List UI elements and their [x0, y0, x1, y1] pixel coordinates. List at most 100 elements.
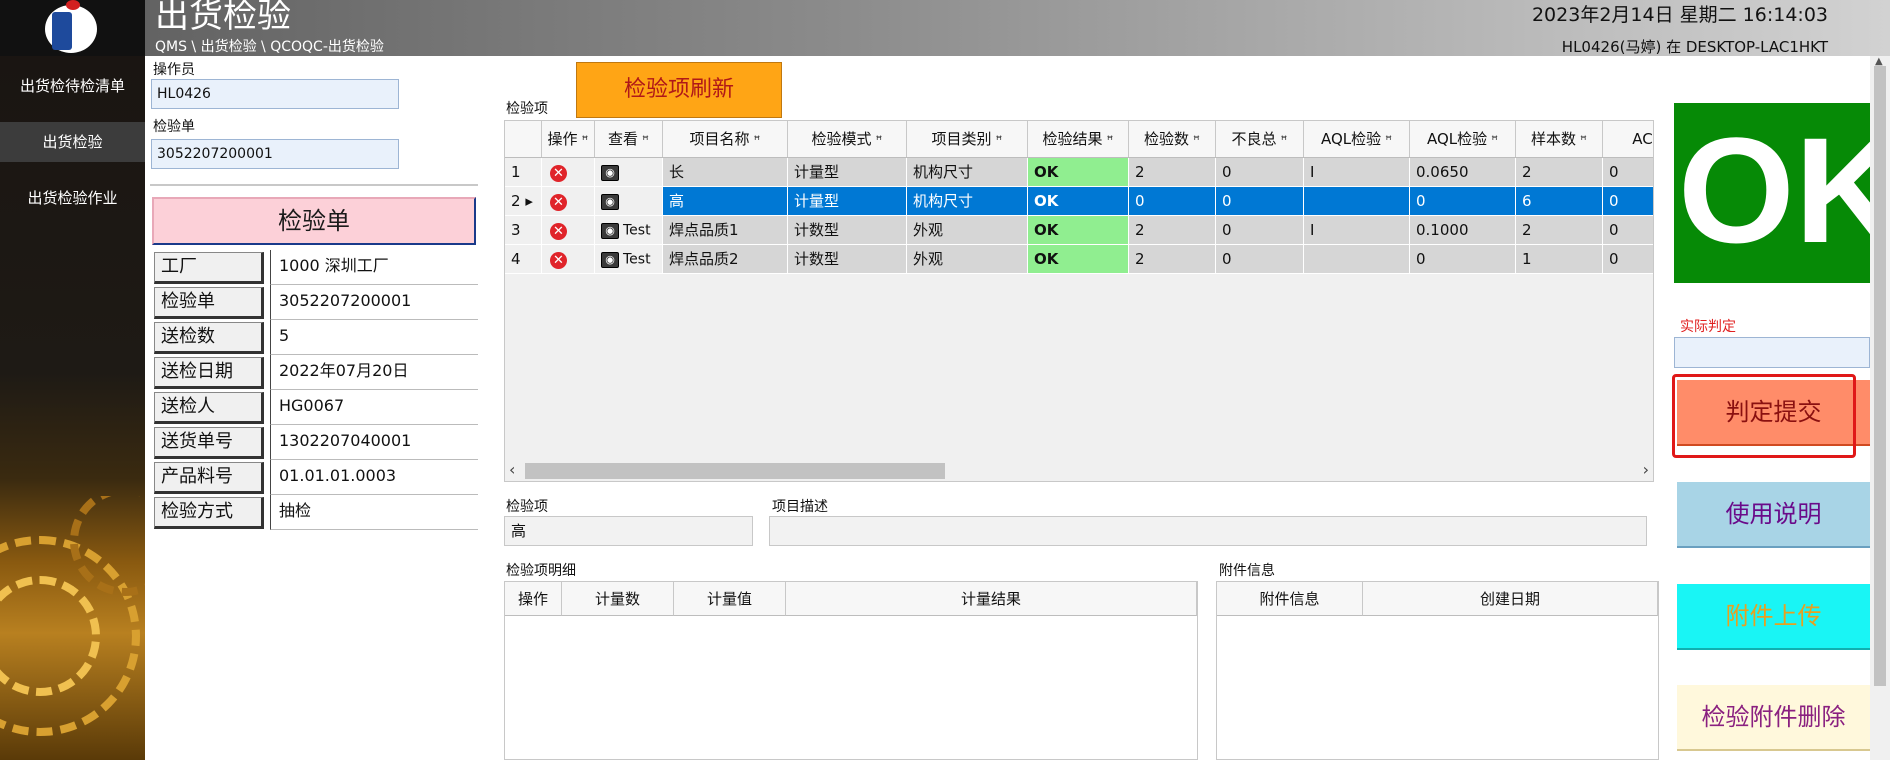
column-header[interactable]: 不良总 ꟸ [1216, 121, 1304, 157]
column-header[interactable]: AQL检验 ꟸ [1304, 121, 1410, 157]
vertical-scrollbar[interactable]: ▲ [1870, 56, 1890, 760]
table-row[interactable]: 4 ✕ ◉ Test 焊点品质2 计数型 外观 OK 2 0 0 1 0 [505, 245, 1653, 274]
column-header-label: 查看 [608, 130, 639, 148]
column-header[interactable]: 操作 [505, 582, 562, 616]
description-field[interactable] [769, 516, 1647, 546]
aql-level [1304, 245, 1410, 274]
order-key: 送货单号 [154, 427, 264, 459]
pin-icon[interactable]: ꟸ [1107, 133, 1114, 147]
delete-attachment-button[interactable]: 检验附件删除 [1677, 685, 1870, 751]
inspection-items-grid: 操作 ꟸ 查看 ꟸ 项目名称 ꟸ 检验模式 ꟸ 项目类别 ꟸ 检验结果 ꟸ 检验数 ꟸ 不良总… [504, 120, 1654, 482]
row-number-text: 2 [511, 192, 521, 210]
column-header[interactable]: 项目名称 ꟸ [663, 121, 788, 157]
pin-icon[interactable]: ꟸ [1193, 133, 1200, 147]
ac-value: 0 [1603, 245, 1653, 274]
column-header-label: 检验数 [1144, 130, 1190, 148]
sample-count: 1 [1516, 245, 1603, 274]
pin-icon[interactable]: ꟸ [1385, 133, 1392, 147]
inspect-count: 2 [1129, 245, 1216, 274]
order-key: 送检人 [154, 392, 264, 424]
horizontal-scrollbar[interactable]: ‹ › [505, 459, 1653, 481]
row-number: 3 [505, 216, 542, 245]
order-value: 抽检 [270, 495, 478, 530]
column-header-label: 样本数 [1531, 130, 1577, 148]
help-button[interactable]: 使用说明 [1677, 482, 1870, 548]
aql-value: 0 [1410, 245, 1516, 274]
column-header[interactable]: 计量值 [674, 582, 786, 616]
column-header-label: AC [1632, 130, 1653, 148]
table-row[interactable]: 1 ✕ ◉ 长 计量型 机构尺寸 OK 2 0 I 0.0650 2 0 [505, 158, 1653, 187]
datetime-display: 2023年2月14日 星期二 16:14:03 [1531, 4, 1828, 26]
order-key: 产品料号 [154, 462, 264, 494]
logo-letter [52, 12, 72, 50]
column-header[interactable]: AC [1603, 121, 1653, 157]
order-value: 5 [270, 320, 478, 355]
sidebar-item-inspection-job[interactable]: 出货检验作业 [0, 178, 145, 218]
view-icon[interactable]: ◉ [601, 164, 619, 181]
inspection-result: OK [1028, 245, 1129, 274]
column-header[interactable]: 检验结果 ꟸ [1028, 121, 1129, 157]
item-field[interactable]: 高 [504, 516, 753, 546]
column-header[interactable]: 操作 ꟸ [542, 121, 595, 157]
column-header[interactable]: 检验数 ꟸ [1129, 121, 1216, 157]
submit-judgement-button[interactable]: 判定提交 [1677, 380, 1870, 446]
delete-icon[interactable]: ✕ [550, 194, 567, 211]
item-category: 外观 [907, 245, 1028, 274]
view-icon[interactable]: ◉ [601, 222, 619, 239]
upload-attachment-button[interactable]: 附件上传 [1677, 584, 1870, 650]
row-action-cell: ✕ [542, 245, 595, 274]
order-panel-title: 检验单 [152, 197, 476, 245]
column-header[interactable]: 样本数 ꟸ [1516, 121, 1603, 157]
pin-icon[interactable]: ꟸ [642, 133, 649, 147]
operator-field[interactable]: HL0426 [151, 79, 399, 109]
actual-judgement-input[interactable] [1674, 337, 1870, 368]
attachments-table: 附件信息 创建日期 [1216, 581, 1659, 760]
pin-icon[interactable]: ꟸ [1491, 133, 1498, 147]
ac-value: 0 [1603, 216, 1653, 245]
sidebar-item-outgoing-inspection[interactable]: 出货检验 [0, 122, 145, 162]
refresh-items-button[interactable]: 检验项刷新 [576, 62, 782, 118]
pin-icon[interactable]: ꟸ [876, 133, 883, 147]
defect-total: 0 [1216, 158, 1304, 187]
column-header[interactable]: 检验模式 ꟸ [788, 121, 907, 157]
scroll-thumb[interactable] [1874, 66, 1886, 686]
pin-icon[interactable]: ꟸ [582, 133, 589, 147]
scroll-right-icon[interactable]: › [1643, 459, 1649, 481]
row-view-cell: ◉ Test [595, 245, 663, 274]
aql-level [1304, 187, 1410, 216]
inspection-mode: 计量型 [788, 158, 907, 187]
aql-level: I [1304, 158, 1410, 187]
scroll-thumb[interactable] [525, 463, 945, 479]
table-row-selected[interactable]: 2 ▸ ✕ ◉ 高 计量型 机构尺寸 OK 0 0 0 6 0 [505, 187, 1653, 216]
column-header[interactable]: 创建日期 [1363, 582, 1658, 616]
table-row[interactable]: 3 ✕ ◉ Test 焊点品质1 计数型 外观 OK 2 0 I 0.1000 2… [505, 216, 1653, 245]
column-header[interactable]: 计量数 [562, 582, 674, 616]
column-header[interactable]: 项目类别 ꟸ [907, 121, 1028, 157]
aql-value: 0.0650 [1410, 158, 1516, 187]
delete-icon[interactable]: ✕ [550, 252, 567, 269]
column-header[interactable]: 查看 ꟸ [595, 121, 663, 157]
view-icon[interactable]: ◉ [601, 193, 619, 210]
item-name: 焊点品质2 [663, 245, 788, 274]
pin-icon[interactable]: ꟸ [1580, 133, 1587, 147]
inspect-count: 2 [1129, 216, 1216, 245]
row-number: 4 [505, 245, 542, 274]
order-key: 检验方式 [154, 497, 264, 529]
view-icon[interactable]: ◉ [601, 251, 619, 268]
order-row-sender: 送检人 HG0067 [152, 390, 478, 425]
order-number-field[interactable]: 3052207200001 [151, 139, 399, 169]
order-row-quantity: 送检数 5 [152, 320, 478, 355]
scroll-left-icon[interactable]: ‹ [509, 459, 515, 481]
delete-icon[interactable]: ✕ [550, 223, 567, 240]
delete-icon[interactable]: ✕ [550, 165, 567, 182]
item-category: 外观 [907, 216, 1028, 245]
column-header[interactable]: AQL检验 ꟸ [1410, 121, 1516, 157]
pin-icon[interactable]: ꟸ [754, 133, 761, 147]
pin-icon[interactable]: ꟸ [996, 133, 1003, 147]
sidebar: 出货检待检清单 出货检验 出货检验作业 [0, 56, 145, 760]
sidebar-item-pending-list[interactable]: 出货检待检清单 [0, 66, 145, 106]
pin-icon[interactable]: ꟸ [1281, 133, 1288, 147]
column-header[interactable]: 附件信息 [1217, 582, 1363, 616]
column-header[interactable]: 计量结果 [786, 582, 1197, 616]
sample-count: 2 [1516, 216, 1603, 245]
